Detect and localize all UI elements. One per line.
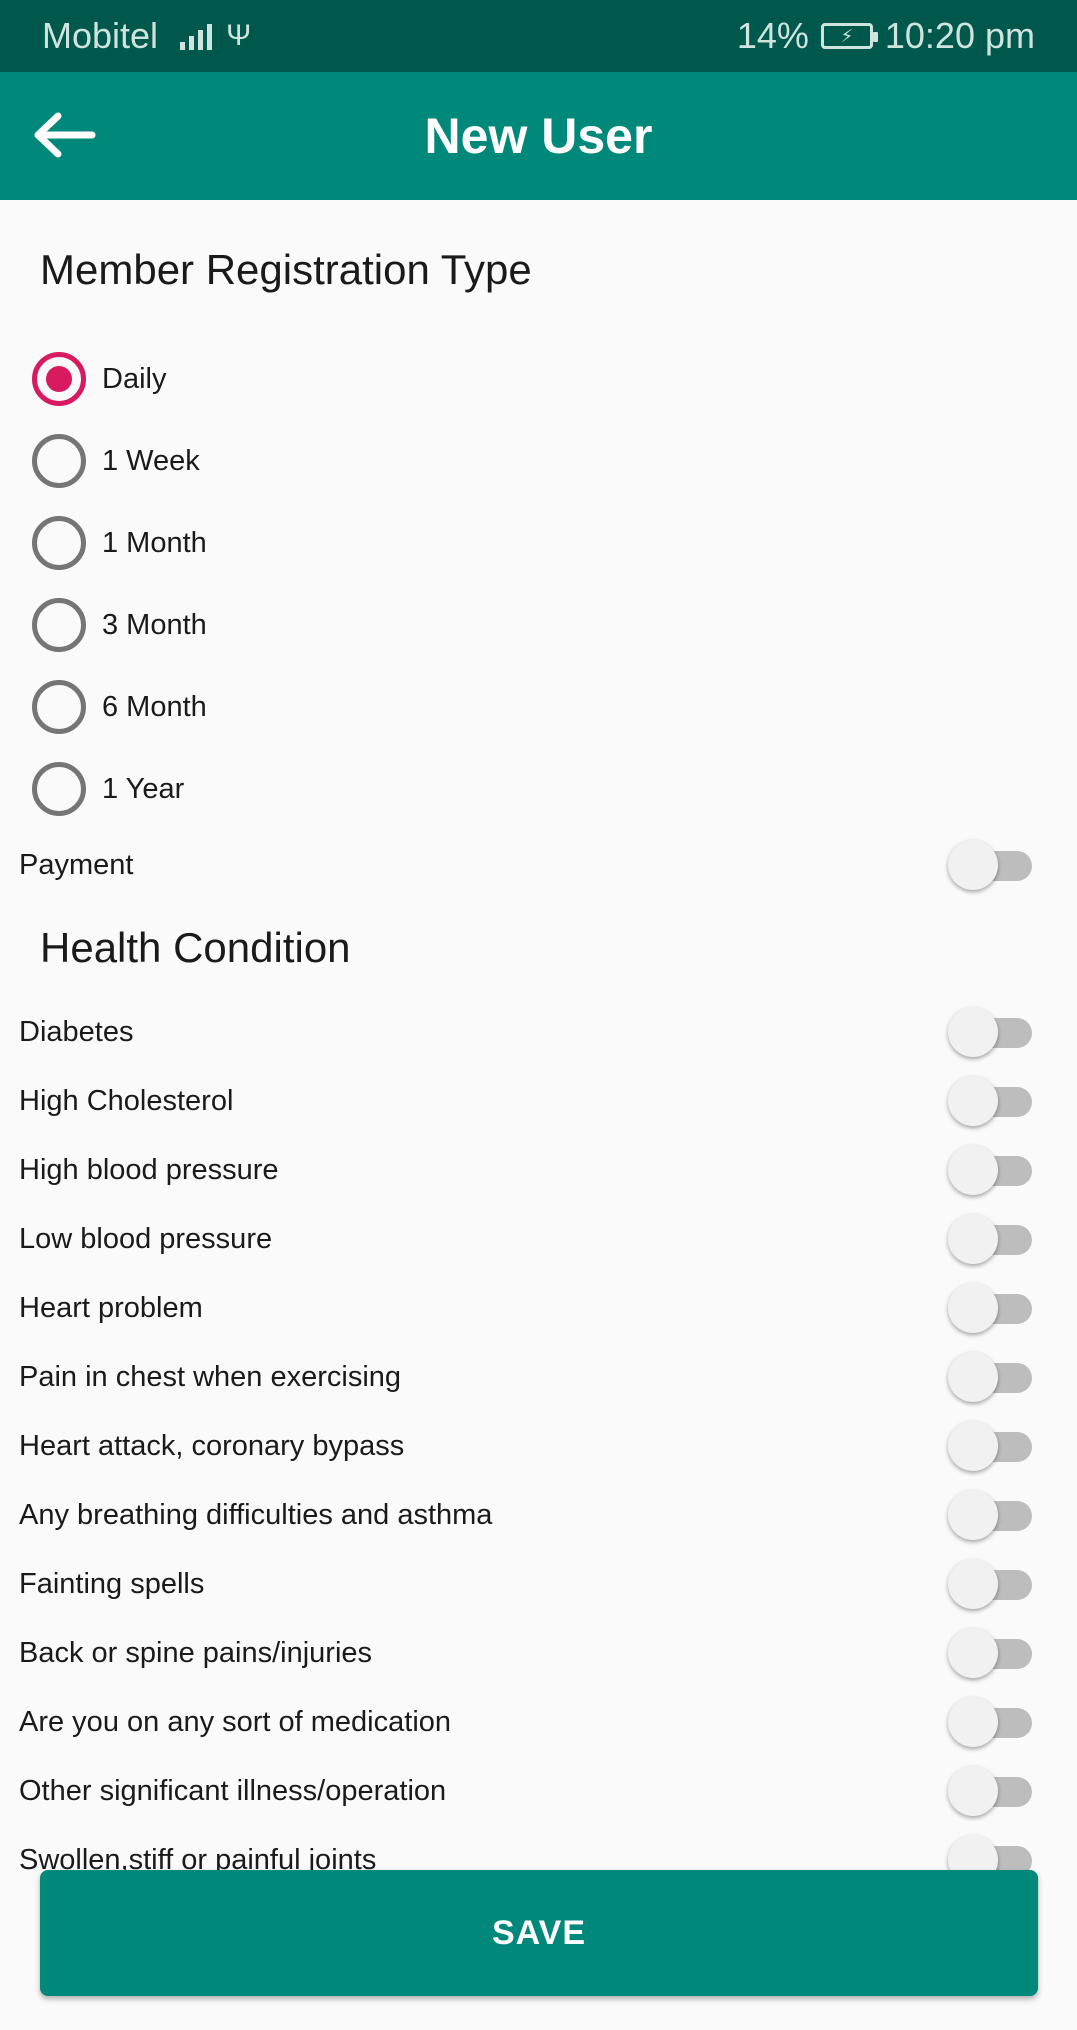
health-condition-row: Back or spine pains/injuries [0, 1625, 1077, 1681]
payment-switch[interactable] [948, 837, 1032, 893]
health-condition-switch[interactable] [948, 1073, 1032, 1129]
switch-thumb [948, 1421, 998, 1471]
radio-button[interactable] [32, 516, 86, 570]
switch-thumb [948, 1214, 998, 1264]
switch-thumb [948, 1352, 998, 1402]
switch-thumb [948, 1076, 998, 1126]
health-condition-row: Other significant illness/operation [0, 1763, 1077, 1819]
radio-option[interactable]: 1 Month [32, 508, 207, 578]
radio-label: 1 Month [102, 526, 207, 559]
radio-option[interactable]: 1 Week [32, 426, 200, 496]
payment-label: Payment [19, 848, 134, 881]
health-condition-label: Back or spine pains/injuries [19, 1636, 373, 1669]
health-condition-switch[interactable] [948, 1487, 1032, 1543]
radio-label: 1 Week [102, 444, 200, 477]
signal-icon [180, 22, 213, 50]
clock: 10:20 pm [884, 15, 1035, 56]
radio-label: 3 Month [102, 608, 207, 641]
radio-dot [46, 366, 72, 392]
health-condition-row: Diabetes [0, 1004, 1077, 1060]
health-condition-switch[interactable] [948, 1280, 1032, 1336]
health-condition-row: Fainting spells [0, 1556, 1077, 1612]
health-condition-label: Heart attack, coronary bypass [19, 1429, 405, 1462]
health-condition-switch[interactable] [948, 1004, 1032, 1060]
switch-thumb [948, 1559, 998, 1609]
status-bar: Mobitel Ψ 14% ⚡ 10:20 pm [0, 0, 1077, 72]
save-button-wrapper: SAVE [40, 1870, 1038, 1996]
switch-thumb [948, 1766, 998, 1816]
radio-label: Daily [102, 362, 167, 395]
health-condition-switch[interactable] [948, 1832, 1032, 1870]
radio-button[interactable] [32, 680, 86, 734]
battery-charging-icon: ⚡ [820, 23, 878, 49]
radio-button[interactable] [32, 598, 86, 652]
health-condition-label: Any breathing difficulties and asthma [19, 1498, 493, 1531]
health-condition-switch[interactable] [948, 1349, 1032, 1405]
carrier-name: Mobitel [42, 15, 159, 56]
app-bar: New User [0, 72, 1077, 200]
health-condition-row: Heart problem [0, 1280, 1077, 1336]
health-condition-label: Are you on any sort of medication [19, 1705, 452, 1738]
switch-thumb [948, 1490, 998, 1540]
health-condition-row: Any breathing difficulties and asthma [0, 1487, 1077, 1543]
health-condition-switch[interactable] [948, 1763, 1032, 1819]
health-condition-label: Heart problem [19, 1291, 203, 1324]
health-condition-row: Are you on any sort of medication [0, 1694, 1077, 1750]
health-condition-label: Low blood pressure [19, 1222, 273, 1255]
switch-thumb [948, 1145, 998, 1195]
health-condition-row: Heart attack, coronary bypass [0, 1418, 1077, 1474]
save-button[interactable]: SAVE [40, 1870, 1038, 1996]
switch-thumb [948, 840, 998, 890]
health-condition-label: High Cholesterol [19, 1084, 234, 1117]
switch-thumb [948, 1628, 998, 1678]
health-condition-switch[interactable] [948, 1625, 1032, 1681]
radio-label: 1 Year [102, 772, 185, 805]
switch-thumb [948, 1835, 998, 1870]
health-condition-switch[interactable] [948, 1142, 1032, 1198]
radio-button-checked[interactable] [32, 352, 86, 406]
radio-button[interactable] [32, 434, 86, 488]
registration-type-heading: Member Registration Type [40, 246, 532, 293]
health-condition-row: Pain in chest when exercising [0, 1349, 1077, 1405]
health-condition-switch[interactable] [948, 1211, 1032, 1267]
health-condition-heading: Health Condition [40, 924, 351, 971]
health-condition-row: High blood pressure [0, 1142, 1077, 1198]
health-condition-row: Swollen,stiff or painful joints [0, 1832, 1077, 1870]
health-condition-switch[interactable] [948, 1556, 1032, 1612]
page-title: New User [424, 108, 653, 164]
radio-label: 6 Month [102, 690, 207, 723]
radio-option[interactable]: 1 Year [32, 754, 184, 824]
radio-option[interactable]: 3 Month [32, 590, 207, 660]
health-condition-label: Swollen,stiff or painful joints [19, 1843, 377, 1871]
battery-percent: 14% [736, 15, 809, 56]
radio-button[interactable] [32, 762, 86, 816]
form-scroll-area[interactable]: Member Registration Type Daily 1 Week 1 Mo… [0, 200, 1077, 1870]
switch-thumb [948, 1007, 998, 1057]
switch-thumb [948, 1697, 998, 1747]
health-condition-label: Pain in chest when exercising [19, 1360, 402, 1393]
health-condition-label: Other significant illness/operation [19, 1774, 447, 1807]
health-condition-switch[interactable] [948, 1694, 1032, 1750]
health-condition-row: High Cholesterol [0, 1073, 1077, 1129]
health-condition-label: Diabetes [19, 1015, 134, 1048]
switch-thumb [948, 1283, 998, 1333]
arrow-back-icon[interactable] [30, 100, 100, 170]
payment-row: Payment [0, 837, 1077, 893]
usb-icon: Ψ [226, 19, 252, 52]
health-condition-label: Fainting spells [19, 1567, 205, 1600]
health-condition-switch[interactable] [948, 1418, 1032, 1474]
health-condition-row: Low blood pressure [0, 1211, 1077, 1267]
radio-option[interactable]: Daily [32, 344, 166, 414]
health-condition-label: High blood pressure [19, 1153, 279, 1186]
radio-option[interactable]: 6 Month [32, 672, 207, 742]
